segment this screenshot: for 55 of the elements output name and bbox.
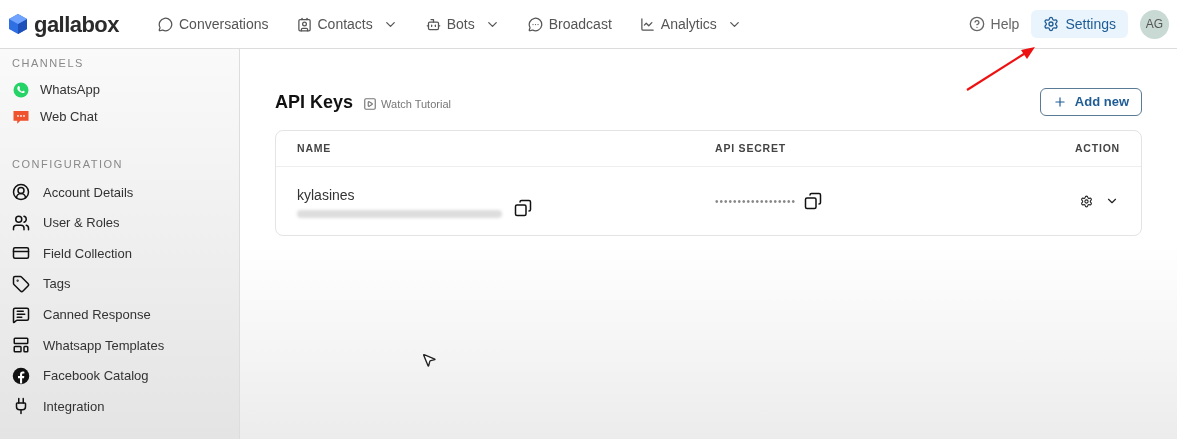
key-name: kylasines [297,185,356,205]
settings-icon [1080,194,1093,208]
sidebar-item[interactable]: Web Chat [12,103,98,131]
mouse-cursor-icon [421,352,437,368]
watch-tutorial-link[interactable]: Watch Tutorial [363,95,451,113]
user-avatar[interactable]: AG [1140,9,1169,39]
settings-button[interactable] [1080,194,1093,208]
add-new-button[interactable]: Add new [1039,88,1142,116]
sidebar-item[interactable]: Integration [12,391,105,422]
nav-item[interactable]: Bots [425,13,500,35]
column-header: ACTION [1074,140,1120,156]
nav-item[interactable]: Conversations [158,13,269,35]
column-header: NAME [297,140,333,156]
sidebar-item[interactable]: Tags [12,268,71,300]
message-icon [12,305,30,324]
layout-icon [12,336,30,355]
nav-item[interactable]: Contacts [296,13,398,35]
chat-bubble-icon [12,108,30,126]
page-title: API Keys [275,91,354,114]
section-heading: CHANNELS [12,56,85,71]
plus-icon [1052,95,1067,109]
column-header: API SECRET [715,140,786,156]
brand-name: gallabox [34,10,119,39]
help-link[interactable]: Help [968,13,1020,35]
users-icon [12,213,30,232]
sidebar-item[interactable]: Canned Response [12,299,151,330]
copy-button[interactable] [804,192,823,210]
chat-icon [158,16,173,32]
annotation-arrow-drawing [965,46,1037,92]
sidebar-item[interactable]: Field Collection [12,238,132,269]
copy-button[interactable] [514,199,532,217]
cube-logo-icon [8,13,28,35]
contact-card-icon [296,16,312,32]
copy-icon [514,199,532,217]
nav-item[interactable]: Broadcast [527,13,612,35]
help-icon [968,16,985,32]
sidebar-item[interactable]: Whatsapp Templates [12,329,165,361]
chart-icon [639,16,655,32]
sidebar-item[interactable]: WhatsApp [12,76,100,104]
tag-icon [12,275,30,294]
copy-icon [804,192,823,210]
api-secret: •••••••••••••••••• [715,194,797,209]
chat-bubble-icon [527,16,543,32]
settings-tab[interactable]: Settings [1031,10,1128,38]
sidebar-item[interactable]: Account Details [12,177,134,208]
settings-icon [1043,16,1060,32]
sidebar-item[interactable]: User & Roles [12,207,120,239]
user-circle-icon [12,183,30,202]
facebook-icon [12,366,30,385]
sidebar-item[interactable]: Facebook Catalog [12,360,149,392]
section-heading: CONFIGURATION [12,156,124,172]
whatsapp-icon [12,81,30,99]
robot-icon [425,16,441,32]
play-icon [363,97,378,111]
nav-item[interactable]: Analytics [639,13,742,35]
